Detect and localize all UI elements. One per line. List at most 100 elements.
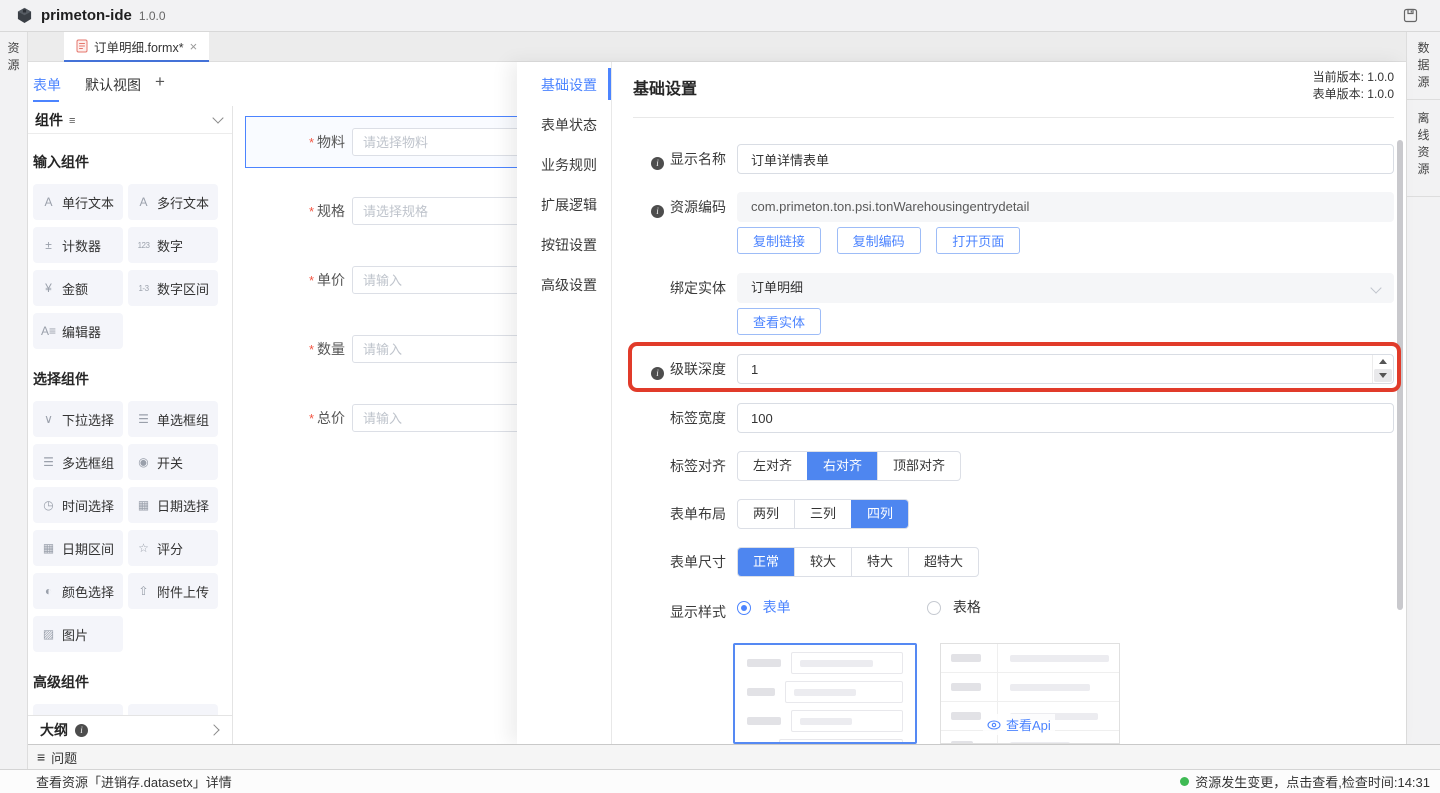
field-label: 单价 [317,272,345,288]
spinner-up-icon[interactable] [1373,355,1393,368]
tile-checkbox-group[interactable]: ☰多选框组 [33,444,123,480]
material-input[interactable] [352,128,517,156]
form-style-preview[interactable] [733,643,917,744]
number-icon: 123 [136,241,151,250]
tile-radio-group[interactable]: ☰单选框组 [128,401,218,437]
quantity-input[interactable] [352,335,517,363]
align-left-option[interactable]: 左对齐 [738,452,807,480]
size-normal-option[interactable]: 正常 [738,548,794,576]
settings-drawer: 基础设置 表单状态 业务规则 扩展逻辑 按钮设置 高级设置 基础设置 当前版本:… [517,62,1406,744]
tile-advanced-clipped[interactable] [128,704,218,715]
app-title: primeton-ide [41,7,132,24]
datasource-rail-tab[interactable]: 数据源 [1407,32,1440,100]
field-total-price[interactable]: *总价 [233,403,517,433]
tile-time-picker[interactable]: ◷时间选择 [33,487,123,523]
palette-scroll-area[interactable]: 输入组件 A单行文本 A多行文本 ±计数器 123数字 ¥金额 1-3数字区间 … [28,134,232,715]
tab-order-detail-formx[interactable]: 订单明细.formx* × [64,32,209,62]
component-palette: 组件 输入组件 A单行文本 A多行文本 ±计数器 123数字 ¥金额 1-3数字… [28,106,233,744]
problems-label: 问题 [51,748,77,767]
spinner-down-icon[interactable] [1374,369,1392,382]
list-icon [37,749,45,765]
form-canvas[interactable]: *物料 *规格 *单价 *数量 *总价 [233,62,517,744]
palette-header[interactable]: 组件 [28,106,232,134]
table-style-radio[interactable] [927,601,941,615]
eye-icon [987,720,1001,730]
size-xxlarge-option[interactable]: 超特大 [908,548,978,576]
display-name-input[interactable] [737,144,1394,174]
tile-image[interactable]: ▨图片 [33,616,123,652]
problems-bar[interactable]: 问题 [28,744,1440,769]
tile-single-line-text[interactable]: A单行文本 [33,184,123,220]
tile-counter[interactable]: ±计数器 [33,227,123,263]
resources-rail-tab[interactable]: 资源 [7,40,21,74]
field-unit-price[interactable]: *单价 [233,265,517,295]
tile-editor[interactable]: A≡编辑器 [33,313,123,349]
tab-close-icon[interactable]: × [190,39,198,54]
info-icon [651,157,664,170]
size-xlarge-option[interactable]: 特大 [851,548,908,576]
unit-price-input[interactable] [352,266,517,294]
panel-scrollbar[interactable] [1397,140,1403,610]
copy-code-button[interactable]: 复制编码 [837,227,921,254]
number-range-icon: 1-3 [136,284,151,293]
align-top-option[interactable]: 顶部对齐 [877,452,960,480]
cascade-depth-input[interactable] [737,354,1394,384]
tile-color-picker[interactable]: ◐颜色选择 [33,573,123,609]
tile-dropdown-select[interactable]: ∨下拉选择 [33,401,123,437]
bound-entity-select[interactable]: 订单明细 [737,273,1394,303]
field-material[interactable]: *物料 [233,127,517,157]
tile-file-upload[interactable]: ⇧附件上传 [128,573,218,609]
spec-input[interactable] [352,197,517,225]
offline-resources-rail-tab[interactable]: 离线资源 [1407,100,1440,197]
tile-number[interactable]: 123数字 [128,227,218,263]
table-style-preview[interactable]: 查看Api [940,643,1120,744]
tile-switch[interactable]: ◉开关 [128,444,218,480]
nav-form-state[interactable]: 表单状态 [541,115,597,135]
tile-rating[interactable]: ☆评分 [128,530,218,566]
nav-basic-settings[interactable]: 基础设置 [541,75,597,95]
counter-icon: ± [41,238,56,252]
save-icon[interactable] [1403,8,1418,26]
form-style-radio[interactable] [737,601,751,615]
nav-advanced-settings[interactable]: 高级设置 [541,275,597,295]
tab-form-view[interactable]: 表单 [33,75,61,95]
tile-amount[interactable]: ¥金额 [33,270,123,306]
status-right[interactable]: 资源发生变更，点击查看,检查时间:14:31 [1180,772,1430,791]
total-price-input[interactable] [352,404,517,432]
align-right-option[interactable]: 右对齐 [807,452,877,480]
tile-date-range[interactable]: ▦日期区间 [33,530,123,566]
tile-date-picker[interactable]: ▦日期选择 [128,487,218,523]
multi-line-text-icon: A [136,195,151,209]
tile-number-range[interactable]: 1-3数字区间 [128,270,218,306]
form-view-active-underline [33,100,59,102]
panel-title: 基础设置 [633,75,697,99]
field-spec[interactable]: *规格 [233,196,517,226]
row-resource-code-actions: 复制链接 复制编码 打开页面 [612,227,1406,257]
tile-advanced-clipped[interactable] [33,704,123,715]
dropdown-select-icon: ∨ [41,412,56,426]
four-column-option[interactable]: 四列 [851,500,908,528]
status-left-text[interactable]: 查看资源「进销存.datasetx」详情 [36,772,232,791]
view-api-link[interactable]: 查看Api [983,714,1055,735]
size-large-option[interactable]: 较大 [794,548,851,576]
three-column-option[interactable]: 三列 [794,500,851,528]
copy-link-button[interactable]: 复制链接 [737,227,821,254]
row-cascade-depth: 级联深度 [612,354,1406,384]
editor-icon: A≡ [41,324,56,338]
two-column-option[interactable]: 两列 [738,500,794,528]
tile-multi-line-text[interactable]: A多行文本 [128,184,218,220]
chevron-down-icon[interactable] [212,112,223,123]
add-view-button[interactable]: + [155,72,165,92]
nav-business-rules[interactable]: 业务规则 [541,155,597,175]
label-width-input[interactable] [737,403,1394,433]
nav-button-settings[interactable]: 按钮设置 [541,235,597,255]
checkbox-group-icon: ☰ [41,455,56,469]
outline-section[interactable]: 大纲 [28,715,232,744]
open-page-button[interactable]: 打开页面 [936,227,1020,254]
titlebar: primeton-ide 1.0.0 [0,0,1440,32]
chevron-right-icon[interactable] [208,724,219,735]
view-entity-button[interactable]: 查看实体 [737,308,821,335]
field-quantity[interactable]: *数量 [233,334,517,364]
tab-default-view[interactable]: 默认视图 [85,75,141,95]
nav-extension-logic[interactable]: 扩展逻辑 [541,195,597,215]
